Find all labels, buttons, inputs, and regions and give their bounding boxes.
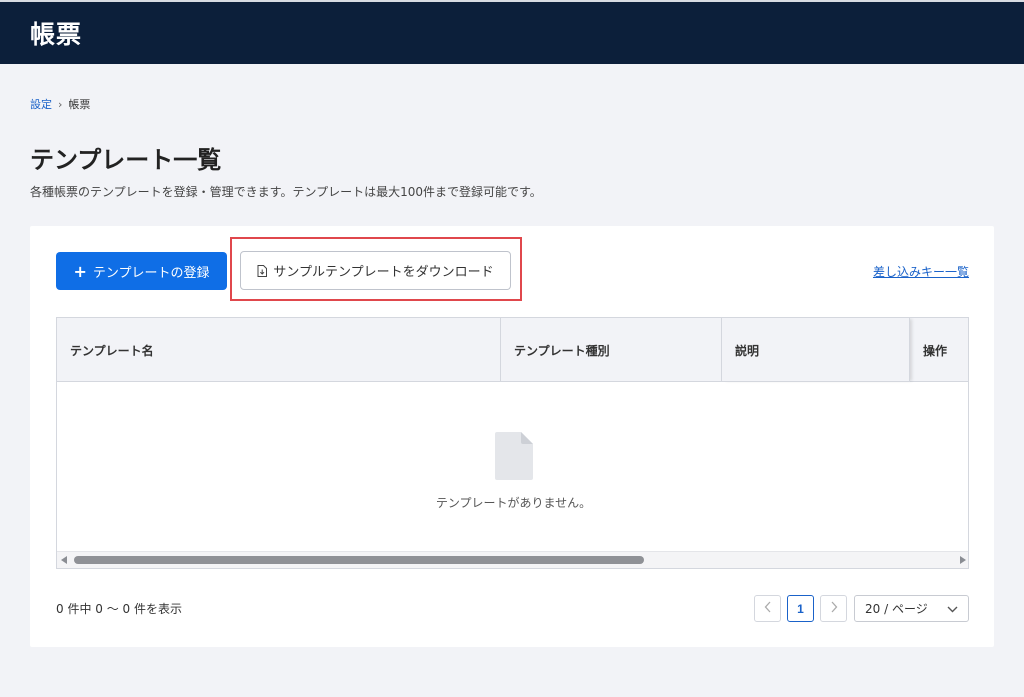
column-header-name: テンプレート名: [57, 318, 501, 382]
breadcrumb-settings-link[interactable]: 設定: [30, 96, 52, 112]
download-sample-label: サンプルテンプレートをダウンロード: [273, 265, 494, 280]
breadcrumb-separator: ›: [58, 97, 63, 111]
template-table: テンプレート名 テンプレート種別 説明 操作 テンプレートがありません。: [56, 317, 969, 569]
page-description: 各種帳票のテンプレートを登録・管理できます。テンプレートは最大100件まで登録可…: [30, 185, 542, 199]
per-page-select[interactable]: 20 / ページ: [854, 595, 969, 622]
plus-icon: +: [73, 261, 87, 281]
template-card: + テンプレートの登録 サンプルテンプレートをダウンロード 差し込みキー一覧 テ…: [30, 226, 994, 647]
page-button-current[interactable]: 1: [787, 595, 814, 622]
result-count: 0 件中 0 ～ 0 件を表示: [56, 602, 182, 616]
table-header: テンプレート名 テンプレート種別 説明 操作: [57, 318, 968, 382]
column-header-actions: 操作: [923, 343, 948, 358]
page-title: テンプレート一覧: [30, 146, 222, 174]
column-header-type: テンプレート種別: [501, 318, 722, 382]
app-title: 帳票: [30, 20, 83, 49]
empty-state: テンプレートがありません。: [57, 382, 968, 552]
empty-state-text: テンプレートがありません。: [435, 495, 592, 510]
per-page-value: 20 / ページ: [865, 602, 928, 616]
file-download-icon: [257, 264, 268, 277]
next-page-button[interactable]: [820, 595, 847, 622]
prev-page-button[interactable]: [754, 595, 781, 622]
app-header: 帳票: [0, 0, 1024, 64]
merge-keys-link[interactable]: 差し込みキー一覧: [873, 263, 969, 280]
register-template-button[interactable]: + テンプレートの登録: [56, 252, 227, 290]
chevron-left-icon: [764, 601, 772, 616]
empty-document-icon: [494, 431, 533, 480]
register-template-label: テンプレートの登録: [92, 265, 210, 281]
scrollbar-thumb[interactable]: [74, 556, 644, 564]
breadcrumb: 設定 › 帳票: [30, 96, 90, 112]
chevron-down-icon: [947, 602, 958, 616]
download-sample-button[interactable]: サンプルテンプレートをダウンロード: [240, 251, 511, 290]
scroll-left-icon[interactable]: [61, 556, 67, 564]
column-header-description: 説明: [722, 318, 910, 382]
scroll-right-icon[interactable]: [960, 556, 966, 564]
chevron-right-icon: [830, 601, 838, 616]
breadcrumb-current: 帳票: [68, 98, 91, 111]
horizontal-scrollbar[interactable]: [57, 551, 968, 568]
